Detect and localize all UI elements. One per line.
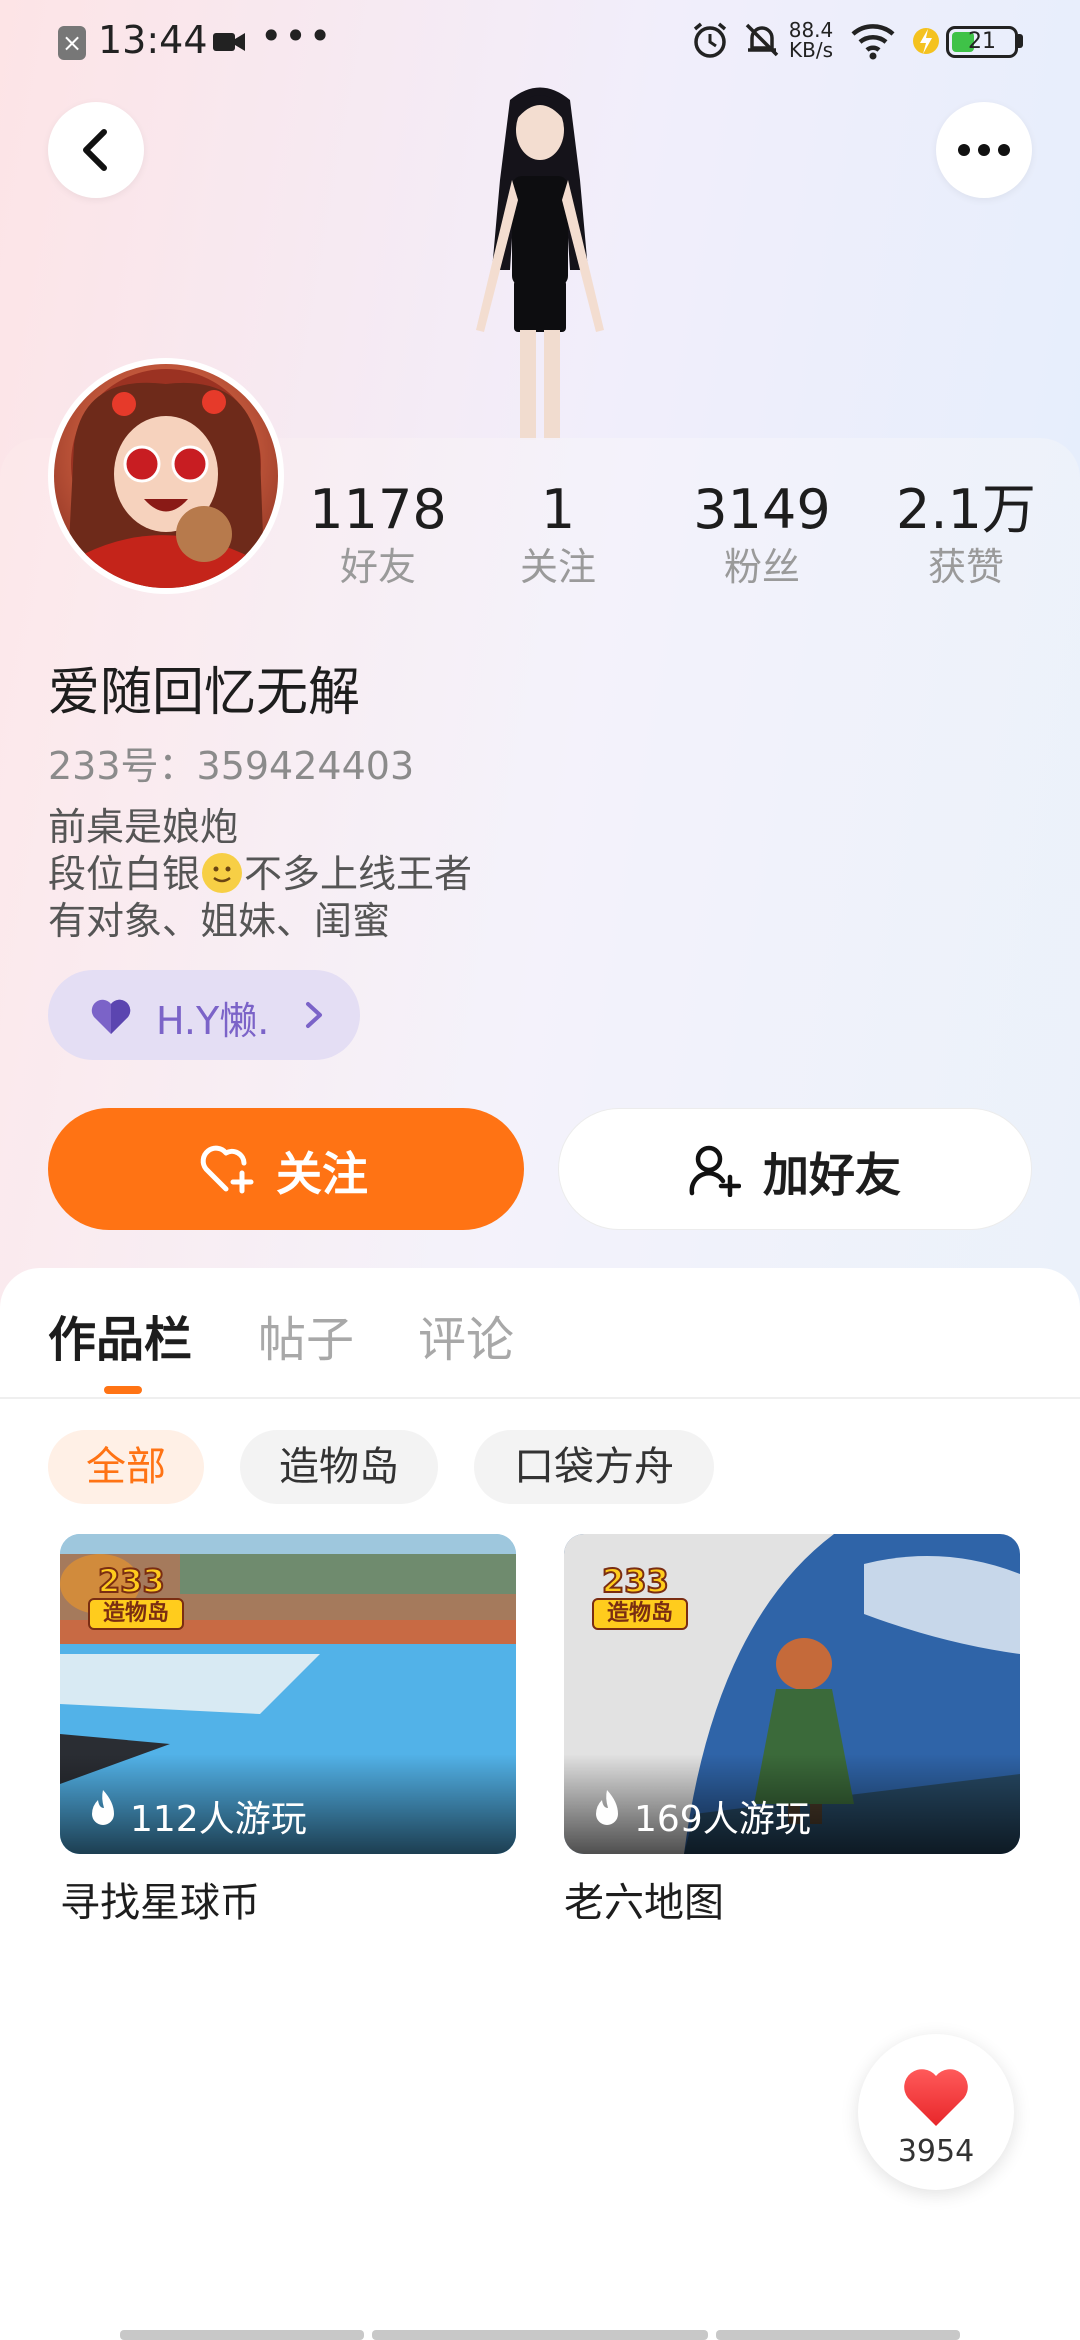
more-notifications-icon: ••• — [260, 14, 334, 58]
battery-tip — [1018, 34, 1023, 48]
double-heart-icon — [91, 999, 131, 1034]
chevron-right-icon — [306, 1002, 322, 1028]
play-count: 112人游玩 — [130, 1799, 307, 1840]
status-time: 13:44 — [98, 18, 208, 62]
game-title[interactable]: 老六地图 — [564, 1870, 724, 1928]
more-dots-icon — [958, 144, 1010, 156]
filter-chip-koudaifangzhou[interactable]: 口袋方舟 — [474, 1430, 714, 1504]
tab-divider — [0, 1397, 1080, 1399]
heart-icon — [904, 2069, 968, 2126]
avatar-image — [54, 364, 278, 588]
character-avatar-figure — [476, 87, 604, 440]
battery-indicator: 21 — [946, 26, 1018, 58]
add-friend-button[interactable]: 加好友 — [558, 1108, 1032, 1230]
notification-icon: × — [58, 26, 86, 60]
like-count: 3954 — [897, 2134, 975, 2169]
gesture-bar-segment — [372, 2330, 708, 2340]
flame-icon — [596, 1790, 618, 1825]
back-button[interactable] — [48, 102, 144, 198]
network-speed: 88.4 KB/s — [788, 18, 834, 62]
gesture-bar-segment — [716, 2330, 960, 2340]
filter-chip-all[interactable]: 全部 — [48, 1430, 204, 1504]
active-tab-indicator — [104, 1386, 142, 1394]
mute-bell-icon — [745, 23, 779, 57]
filter-chip-zaowudao[interactable]: 造物岛 — [240, 1430, 438, 1504]
stat-fans[interactable]: 3149 粉丝 — [662, 478, 862, 592]
battery-level: 21 — [968, 29, 996, 54]
wifi-icon — [851, 24, 895, 60]
stat-likes[interactable]: 2.1万 获赞 — [866, 478, 1066, 592]
follow-button[interactable]: 关注 — [48, 1108, 524, 1230]
add-user-icon — [689, 1145, 741, 1197]
game-card[interactable]: 233 造物岛 169人游玩 — [564, 1534, 1020, 1854]
tab-posts[interactable]: 帖子 — [258, 1300, 354, 1370]
stat-friends[interactable]: 1178 好友 — [278, 478, 478, 592]
game-title[interactable]: 寻找星球币 — [60, 1870, 260, 1928]
like-floating-button[interactable]: 3954 — [858, 2034, 1014, 2190]
status-bar: × 13:44 ••• 88.4 KB/s 21 — [0, 0, 1080, 84]
avatar[interactable] — [48, 358, 284, 594]
zaowudao-logo: 233 造物岛 — [88, 1561, 188, 1632]
zaowudao-logo: 233 造物岛 — [592, 1561, 692, 1632]
stat-following[interactable]: 1 关注 — [458, 478, 658, 592]
profile-name: 爱随回忆无解 — [48, 663, 361, 723]
avatar-illustration — [68, 369, 264, 588]
heart-plus-icon — [200, 1145, 254, 1194]
video-camera-icon — [213, 33, 245, 51]
add-friend-label: 加好友 — [763, 1148, 901, 1202]
tab-works[interactable]: 作品栏 — [48, 1300, 192, 1370]
charging-bolt-icon — [913, 28, 939, 54]
alarm-icon — [693, 22, 727, 58]
follow-label: 关注 — [276, 1147, 368, 1201]
chevron-left-icon — [83, 129, 107, 171]
flame-icon — [92, 1790, 114, 1825]
profile-uid[interactable]: 233号：359424403 — [48, 735, 414, 790]
tab-comments[interactable]: 评论 — [418, 1300, 514, 1370]
more-options-button[interactable] — [936, 102, 1032, 198]
gesture-bar-segment — [120, 2330, 364, 2340]
cp-tag-label: H.Y懒. — [156, 999, 270, 1043]
game-card[interactable]: 233 造物岛 112人游玩 — [60, 1534, 516, 1854]
profile-bio: 前桌是娘炮 段位白银 不多上线王者 有对象、姐妹、闺蜜 — [48, 805, 473, 943]
cp-relationship-tag[interactable]: H.Y懒. — [48, 970, 360, 1060]
smile-emoji-icon — [202, 853, 243, 893]
play-count: 169人游玩 — [634, 1799, 811, 1840]
